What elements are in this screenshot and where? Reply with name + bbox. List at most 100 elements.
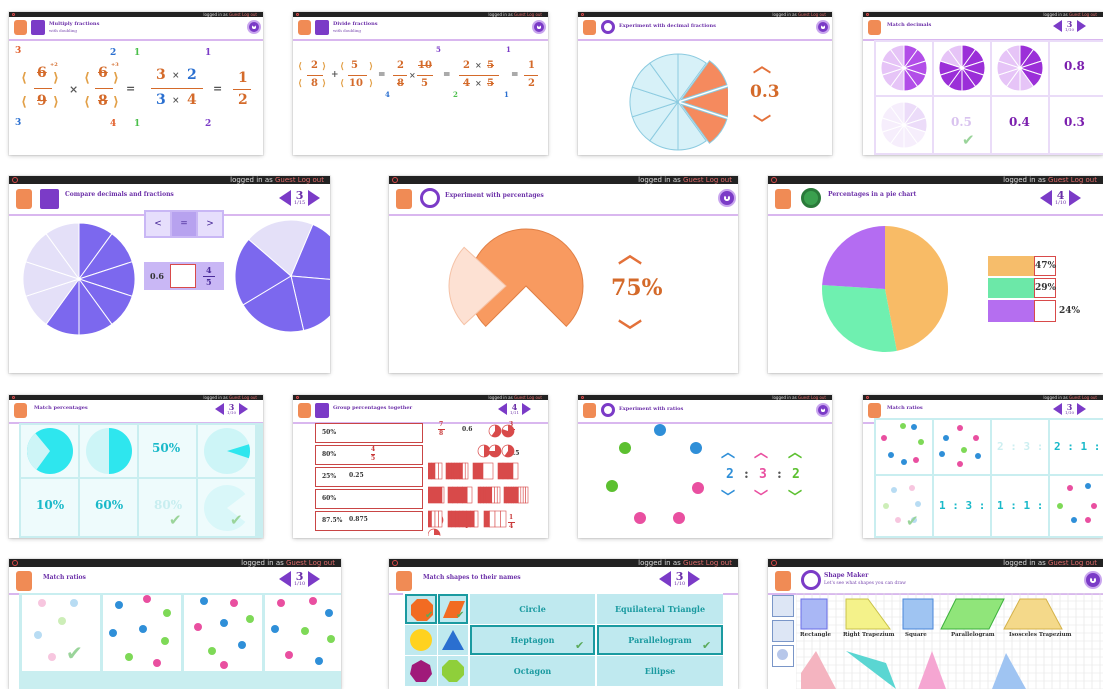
grid-cell[interactable]: 0.8 xyxy=(1050,42,1103,95)
back-logo-icon[interactable] xyxy=(868,403,881,418)
increase-chevron-icon[interactable]: ︿ xyxy=(753,52,771,78)
card-group-percentages[interactable]: Group percentages together 4 1/11 50% 80% 2… xyxy=(293,395,548,538)
equals-button[interactable]: = xyxy=(172,212,196,236)
back-logo-icon[interactable] xyxy=(298,403,311,418)
fraction-visuals[interactable] xyxy=(428,421,548,536)
grid-cell[interactable] xyxy=(265,595,341,671)
record-icon[interactable] xyxy=(12,560,18,566)
next-arrow-icon[interactable] xyxy=(688,571,701,587)
grid-cell[interactable]: 0.5 ✔ xyxy=(934,97,990,153)
next-arrow-icon[interactable] xyxy=(238,403,248,415)
logout-link[interactable]: Log out xyxy=(1071,559,1097,567)
grid-cell[interactable]: 1 : 1 : 3 xyxy=(992,476,1057,536)
logout-link[interactable]: Log out xyxy=(811,395,826,400)
record-icon[interactable] xyxy=(12,396,15,399)
logout-link[interactable]: Log out xyxy=(811,12,826,17)
next-arrow-icon[interactable] xyxy=(1069,190,1082,206)
logout-link[interactable]: Log out xyxy=(706,176,732,184)
card-experiment-percentages[interactable]: Experiment with percentages ︿ 75% ﹀ logg… xyxy=(389,176,738,373)
percentage-slot[interactable] xyxy=(1034,300,1056,322)
prev-arrow-icon[interactable] xyxy=(1053,403,1062,415)
refresh-icon[interactable] xyxy=(420,188,440,208)
grid-cell[interactable]: 60% xyxy=(80,479,137,536)
next-arrow-icon[interactable] xyxy=(1076,403,1086,415)
back-logo-icon[interactable] xyxy=(14,403,27,418)
grid-cell[interactable] xyxy=(1050,476,1103,536)
percentage-slot[interactable]: 47% xyxy=(1034,256,1056,276)
increase-chevron-icon[interactable]: ︿ xyxy=(754,442,768,462)
grid-cell[interactable] xyxy=(876,42,932,95)
draw-tool-button[interactable] xyxy=(772,595,794,617)
back-logo-icon[interactable] xyxy=(16,571,32,591)
power-icon[interactable] xyxy=(718,189,736,207)
grid-cell[interactable] xyxy=(934,42,990,95)
card-compare-decimals-fractions[interactable]: Compare decimals and fractions 3 1/15 < =… xyxy=(9,176,330,373)
grid-cell[interactable] xyxy=(184,595,262,671)
card-shape-maker[interactable]: Shape Maker Let's see what shapes you ca… xyxy=(768,559,1103,689)
card-match-decimals[interactable]: Match decimals 3 1/10 0.8 0.5 ✔ 0.4 0.3 lo… xyxy=(863,12,1103,155)
decimal-pie[interactable] xyxy=(628,52,728,152)
shape-circle-tile[interactable] xyxy=(405,625,437,655)
percentage-pie[interactable] xyxy=(444,226,594,346)
card-match-percentages[interactable]: Match percentages 3 1/10 50% 10% 60% 80% ✔… xyxy=(9,395,263,538)
shape-octagon-tile[interactable]: ✔ xyxy=(405,594,437,624)
record-icon[interactable] xyxy=(12,177,18,183)
grid-cell[interactable]: ✔ xyxy=(876,476,932,536)
logout-link[interactable]: Log out xyxy=(309,559,335,567)
group-row[interactable]: 87.5% xyxy=(315,511,423,531)
logout-link[interactable]: Log out xyxy=(1071,176,1097,184)
back-logo-icon[interactable] xyxy=(775,571,791,591)
grid-cell[interactable]: 0.4 xyxy=(992,97,1048,153)
group-row[interactable]: 25% xyxy=(315,467,423,487)
zoom-tool-button[interactable] xyxy=(772,645,794,667)
grid-cell[interactable]: 10% xyxy=(21,479,78,536)
card-percentages-pie-chart[interactable]: Percentages in a pie chart 4 1/10 47% 29%… xyxy=(768,176,1103,373)
refresh-icon[interactable] xyxy=(801,570,821,590)
back-logo-icon[interactable] xyxy=(16,189,32,209)
record-icon[interactable] xyxy=(866,396,869,399)
record-icon[interactable] xyxy=(296,396,299,399)
greater-than-button[interactable]: > xyxy=(198,212,222,236)
refresh-icon[interactable] xyxy=(601,403,615,417)
prev-arrow-icon[interactable] xyxy=(279,571,291,587)
grid-cell[interactable] xyxy=(103,595,181,671)
prev-arrow-icon[interactable] xyxy=(1053,20,1062,32)
power-icon[interactable] xyxy=(816,20,830,34)
grid-cell[interactable]: 2 : 3 : 1 xyxy=(992,420,1057,474)
decrease-chevron-icon[interactable]: ﹀ xyxy=(753,110,771,136)
grid-cell[interactable] xyxy=(934,420,990,474)
grid-cell[interactable] xyxy=(876,420,932,474)
record-icon[interactable] xyxy=(392,560,398,566)
group-row[interactable]: 80% xyxy=(315,445,423,465)
back-logo-icon[interactable] xyxy=(583,20,596,35)
logout-link[interactable]: Log out xyxy=(527,12,542,17)
prev-arrow-icon[interactable] xyxy=(279,190,291,206)
grid-cell[interactable]: 1 : 3 : 2 xyxy=(934,476,999,536)
record-icon[interactable] xyxy=(296,13,299,16)
grid-cell[interactable] xyxy=(80,425,137,477)
increase-chevron-icon[interactable]: ︿ xyxy=(788,442,802,462)
grid-cell[interactable] xyxy=(21,425,78,477)
shape-parallelogram-tile[interactable]: ✔ xyxy=(438,594,468,624)
shape-name-tile[interactable]: Ellipse xyxy=(597,656,723,686)
card-experiment-ratios[interactable]: Experiment with ratios ︿ ︿ ︿ 2 : 3 : 2 ﹀… xyxy=(578,395,832,538)
shape-name-tile[interactable]: Equilateral Triangle xyxy=(597,594,723,624)
shape-triangle-tile[interactable] xyxy=(438,625,468,655)
back-logo-icon[interactable] xyxy=(775,189,791,209)
percentage-slot[interactable]: 29% xyxy=(1034,278,1056,298)
next-arrow-icon[interactable] xyxy=(521,403,531,415)
power-icon[interactable] xyxy=(532,20,546,34)
shape-name-tile[interactable]: Circle xyxy=(470,594,595,624)
less-than-button[interactable]: < xyxy=(146,212,170,236)
grid-cell[interactable]: 50% xyxy=(139,425,196,477)
decrease-chevron-icon[interactable]: ﹀ xyxy=(618,312,642,347)
record-icon[interactable] xyxy=(866,13,869,16)
logout-link[interactable]: Log out xyxy=(242,12,257,17)
decrease-chevron-icon[interactable]: ﹀ xyxy=(721,487,735,507)
power-icon[interactable] xyxy=(247,20,261,34)
grid-cell[interactable]: ✔ xyxy=(22,595,100,671)
refresh-icon[interactable] xyxy=(601,20,615,34)
decrease-chevron-icon[interactable]: ﹀ xyxy=(788,487,802,507)
logout-link[interactable]: Log out xyxy=(1082,12,1097,17)
check-icon[interactable] xyxy=(801,188,821,208)
